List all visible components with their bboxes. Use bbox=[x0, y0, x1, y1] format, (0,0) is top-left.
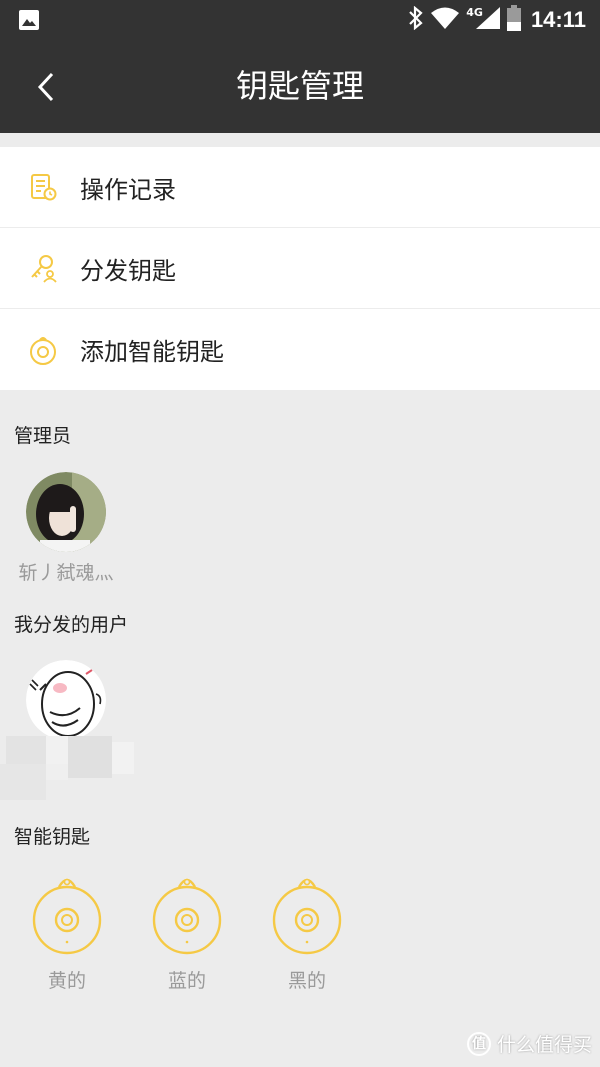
battery-icon bbox=[506, 5, 521, 35]
avatar bbox=[26, 660, 106, 740]
menu-item-label: 操作记录 bbox=[80, 175, 176, 204]
blurred-user-name bbox=[0, 736, 134, 800]
app-bar: 钥匙管理 bbox=[0, 40, 600, 133]
status-bar: 4G 14:11 bbox=[0, 0, 600, 40]
key-label: 黑的 bbox=[287, 970, 326, 992]
page-title: 钥匙管理 bbox=[235, 67, 364, 105]
menu-item-operation-record[interactable]: 操作记录 bbox=[0, 147, 600, 228]
key-label: 蓝的 bbox=[167, 970, 206, 992]
watermark: 值 什么值得买 bbox=[466, 1030, 592, 1057]
smart-key-icon bbox=[152, 878, 222, 955]
shared-user[interactable] bbox=[16, 660, 116, 740]
gallery-icon bbox=[18, 9, 40, 35]
wifi-icon bbox=[430, 6, 460, 34]
key-item-blue[interactable]: 蓝的 bbox=[147, 874, 227, 993]
record-icon bbox=[28, 172, 58, 202]
keys-section-title: 智能钥匙 bbox=[14, 826, 91, 848]
smart-key-icon bbox=[28, 335, 58, 365]
menu-list: 操作记录 分发钥匙 添加智能钥匙 bbox=[0, 147, 600, 390]
menu-item-label: 添加智能钥匙 bbox=[80, 338, 224, 366]
network-type: 4G bbox=[466, 5, 483, 19]
watermark-text: 什么值得买 bbox=[496, 1034, 592, 1056]
smart-key-icon bbox=[272, 878, 342, 955]
watermark-logo: 值 bbox=[466, 1031, 491, 1056]
share-key-icon bbox=[28, 253, 58, 283]
avatar bbox=[26, 472, 106, 552]
key-label: 黄的 bbox=[47, 970, 86, 992]
users-section-title: 我分发的用户 bbox=[14, 614, 129, 636]
key-item-black[interactable]: 黑的 bbox=[267, 874, 347, 993]
admin-user[interactable]: 斩丿弑魂灬 bbox=[16, 472, 116, 585]
menu-item-label: 分发钥匙 bbox=[80, 256, 176, 285]
smart-key-icon bbox=[32, 878, 102, 955]
admin-section-title: 管理员 bbox=[14, 425, 72, 447]
clock: 14:11 bbox=[530, 7, 586, 32]
bluetooth-icon bbox=[408, 5, 424, 34]
admin-name: 斩丿弑魂灬 bbox=[18, 562, 114, 584]
menu-item-add-smart-key[interactable]: 添加智能钥匙 bbox=[0, 309, 600, 390]
menu-item-share-key[interactable]: 分发钥匙 bbox=[0, 228, 600, 309]
key-item-yellow[interactable]: 黄的 bbox=[27, 874, 107, 993]
